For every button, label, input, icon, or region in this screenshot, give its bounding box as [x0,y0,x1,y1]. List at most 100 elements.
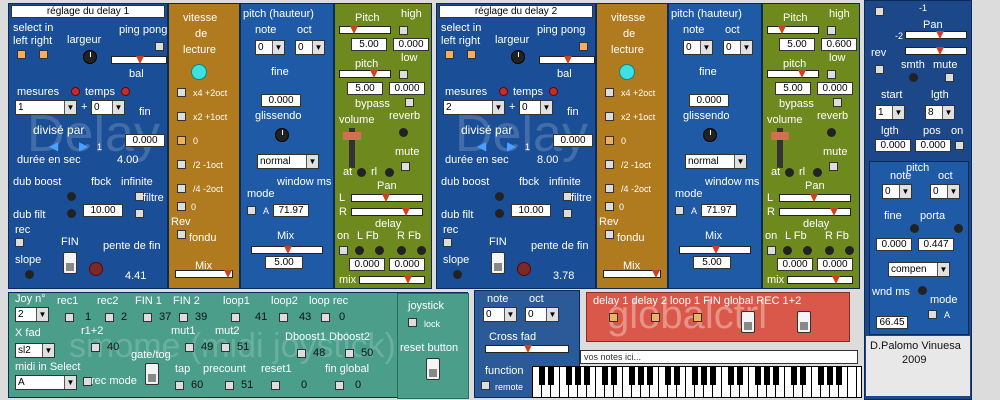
delay1-fbck-value[interactable]: 10.00 [83,204,123,217]
piano-black-key[interactable] [638,367,644,385]
delay2-select-right[interactable] [467,50,476,59]
delay1-filtre-checkbox[interactable] [135,209,144,218]
delay2-fin-toggle[interactable] [491,252,505,274]
delay2-div4-checkbox[interactable] [605,184,614,193]
right-oct-select[interactable]: 0 ▼ [930,184,960,199]
joy-rec2-checkbox[interactable] [105,313,114,322]
delay2-largeur-knob[interactable] [511,50,525,64]
delay1-reverb-knob[interactable] [399,128,408,137]
right-wnd-value[interactable]: 66.45 [876,316,908,329]
joy-dboost2-checkbox[interactable] [345,349,354,358]
right-mode-checkbox[interactable] [928,310,937,319]
delay2-divise-right-arrow[interactable]: ▶ [507,140,516,152]
joy-fin-global-checkbox[interactable] [335,381,344,390]
piano-black-key[interactable] [818,367,824,385]
joy-mut1-checkbox[interactable] [185,343,194,352]
delay2-delay-r-knob[interactable] [825,246,834,255]
delay1-select-right[interactable] [39,50,48,59]
delay2-bypass-checkbox[interactable] [833,98,842,107]
piano-black-key[interactable] [701,367,707,385]
global-delay2-checkbox[interactable] [651,313,660,322]
delay2-zero-checkbox[interactable] [605,136,614,145]
right-mute-checkbox[interactable] [945,73,954,82]
piano-black-key[interactable] [647,367,653,385]
delay2-delay-l-knob[interactable] [783,246,792,255]
piano-black-key[interactable] [737,367,743,385]
delay1-pitch2-value[interactable]: 5.00 [347,82,383,95]
joy-midi-in-select[interactable]: A ▼ [15,375,77,390]
delay1-ping-pong-checkbox[interactable] [155,42,164,51]
delay2-rec-checkbox[interactable] [443,238,452,247]
delay1-select-left[interactable] [17,50,26,59]
piano-black-key[interactable] [665,367,671,385]
delay2-delay-l-value[interactable]: 0.000 [777,258,813,271]
delay2-dub-filt-knob[interactable] [495,209,504,218]
delay1-rev-checkbox[interactable] [177,230,186,239]
delay2-reverb-knob[interactable] [827,128,836,137]
delay2-low-value[interactable]: 0.000 [817,82,853,95]
delay2-dub-boost-knob[interactable] [495,192,504,201]
delay2-pan-R-slider[interactable] [779,208,851,216]
delay2-rl-knob[interactable] [813,168,822,177]
delay1-delay-on-checkbox[interactable] [339,246,348,255]
delay1-low-value[interactable]: 0.000 [389,82,425,95]
joy-loop2-checkbox[interactable] [279,313,288,322]
right-rev-checkbox[interactable] [875,65,884,74]
delay1-rl-knob[interactable] [385,168,394,177]
piano-black-key[interactable] [728,367,734,385]
right-porta-value[interactable]: 0.447 [918,238,954,251]
piano-black-key[interactable] [548,367,554,385]
delay1-divise-left-arrow[interactable]: ◀ [49,140,58,152]
piano-black-key[interactable] [791,367,797,385]
delay2-bal-slider[interactable] [539,56,595,64]
delay2-oct-select[interactable]: 0 ▼ [723,40,753,55]
delay2-filtre-checkbox[interactable] [563,209,572,218]
right-note-select[interactable]: 0 ▼ [882,184,912,199]
delay1-div4-checkbox[interactable] [177,184,186,193]
right-lgth-select[interactable]: 8 ▼ [925,105,955,120]
delay1-low-checkbox[interactable] [399,70,408,79]
delay1-pitch-value[interactable]: 5.00 [351,38,387,51]
right-compen-select[interactable]: compen ▼ [888,262,950,277]
delay2-pitch-slider[interactable] [767,26,819,34]
delay2-note-select[interactable]: 0 ▼ [683,40,713,55]
piano-black-key[interactable] [602,367,608,385]
joy-xfad-select[interactable]: sl2 ▼ [15,343,55,358]
delay1-oct-select[interactable]: 0 ▼ [295,40,325,55]
piano-white-key[interactable] [848,367,857,397]
delay1-largeur-knob[interactable] [83,50,97,64]
delay2-pitch2-value[interactable]: 5.00 [775,82,811,95]
delay2-x4-checkbox[interactable] [605,88,614,97]
joy-tap-checkbox[interactable] [175,381,184,390]
cf-remote-checkbox[interactable] [481,381,490,390]
joy-mut2-checkbox[interactable] [221,343,230,352]
delay2-pan-L-slider[interactable] [779,194,851,202]
delay1-mesures-select[interactable]: 1 ▼ [15,100,77,115]
delay2-delay-mix-slider[interactable] [787,276,853,284]
piano-black-key[interactable] [575,367,581,385]
right-start-select[interactable]: 1 ▼ [875,105,905,120]
delay2-mute-checkbox[interactable] [829,162,838,171]
delay1-window-value[interactable]: 71.97 [273,204,309,217]
delay2-x2-checkbox[interactable] [605,112,614,121]
delay2-low-checkbox[interactable] [827,70,836,79]
delay1-div2-checkbox[interactable] [177,160,186,169]
delay1-zero-checkbox[interactable] [177,136,186,145]
delay1-at-knob[interactable] [357,168,366,177]
delay1-delay-l-knob[interactable] [355,246,364,255]
delay2-temps-select[interactable]: 0 ▼ [519,100,553,115]
joy-n-select[interactable]: 2 ▼ [15,307,49,322]
delay1-delay-rfb-knob[interactable] [417,246,426,255]
delay1-note-select[interactable]: 0 ▼ [255,40,285,55]
delay1-temps-select[interactable]: 0 ▼ [91,100,125,115]
delay1-fine-value[interactable]: 0.000 [261,94,301,107]
delay2-volume-fader-cap[interactable] [771,132,789,140]
piano-black-key[interactable] [755,367,761,385]
delay2-glissendo-knob[interactable] [703,128,717,142]
delay2-delay-r-value[interactable]: 0.000 [817,258,853,271]
piano-black-key[interactable] [836,367,842,385]
delay1-bypass-checkbox[interactable] [405,98,414,107]
delay1-pan-R-slider[interactable] [351,208,423,216]
delay1-pitch2-slider[interactable] [339,70,391,78]
delay1-rec-checkbox[interactable] [15,238,24,247]
